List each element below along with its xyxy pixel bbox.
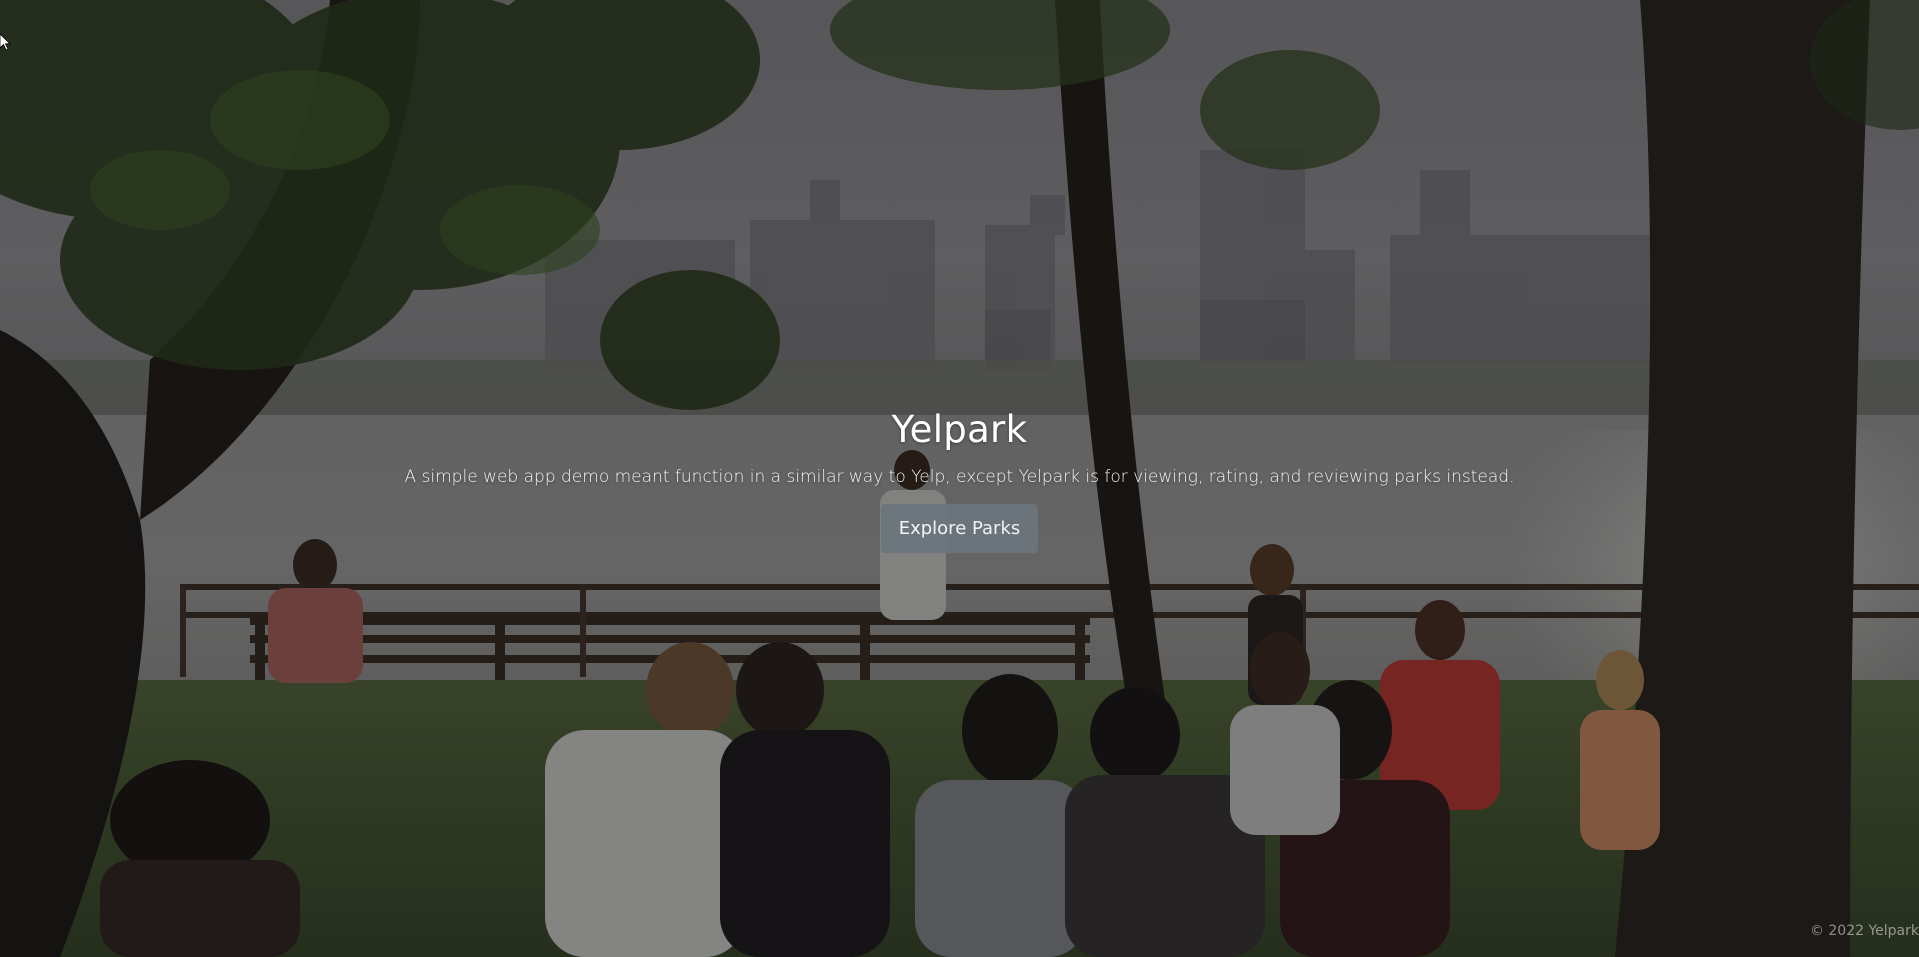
footer-copyright: © 2022 Yelpark [1809, 923, 1919, 939]
explore-parks-button[interactable]: Explore Parks [880, 504, 1039, 553]
hero-content: Yelpark A simple web app demo meant func… [0, 404, 1919, 553]
page-title: Yelpark [891, 408, 1028, 451]
hero-section: Yelpark A simple web app demo meant func… [0, 0, 1919, 957]
mouse-cursor-icon [0, 34, 11, 51]
hero-subtitle: A simple web app demo meant function in … [404, 467, 1515, 487]
